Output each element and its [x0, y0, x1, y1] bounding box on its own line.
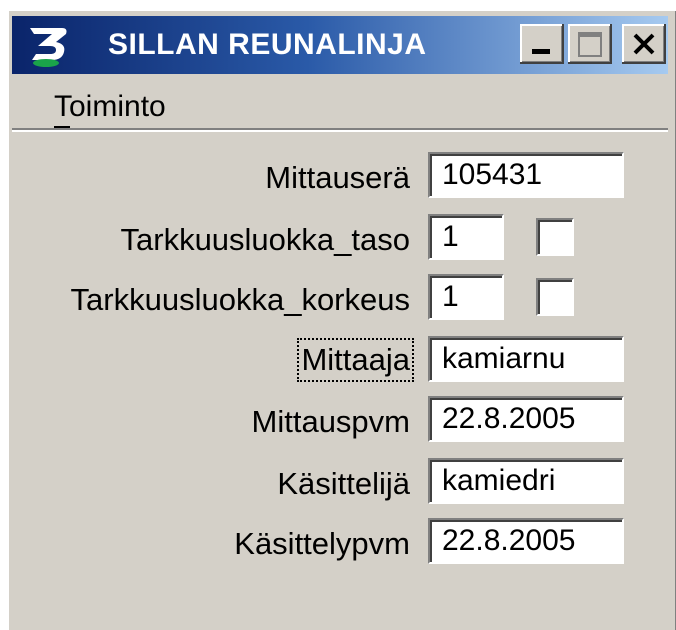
tarkkuusluokka-taso-field-frame: [428, 214, 504, 260]
mittausera-field-frame: [428, 152, 624, 198]
mittaaja-field-frame: [428, 336, 624, 382]
mittauspvm-label: Mittauspvm: [251, 404, 410, 439]
mittaaja-input[interactable]: [430, 338, 622, 380]
tarkkuusluokka-taso-label: Tarkkuusluokka_taso: [120, 222, 411, 257]
tarkkuusluokka-korkeus-label: Tarkkuusluokka_korkeus: [70, 282, 410, 317]
tarkkuusluokka-korkeus-checkbox[interactable]: [536, 278, 574, 316]
mittauspvm-input[interactable]: [430, 398, 622, 440]
mittauspvm-field-frame: [428, 396, 624, 442]
kasittelija-label: Käsittelijä: [277, 466, 410, 501]
title-bar[interactable]: SILLAN REUNALINJA: [12, 16, 668, 74]
menu-bar: Toiminto: [12, 82, 668, 128]
tarkkuusluokka-taso-checkbox[interactable]: [536, 218, 574, 256]
mittaaja-label: Mittaaja: [297, 338, 414, 382]
minimize-button[interactable]: [520, 24, 564, 64]
tarkkuusluokka-korkeus-input[interactable]: [430, 276, 502, 318]
kasittelypvm-label: Käsittelypvm: [234, 526, 410, 561]
kasittelypvm-input[interactable]: [430, 520, 622, 562]
mittausera-input[interactable]: [430, 154, 622, 196]
mittausera-label: Mittauserä: [265, 160, 410, 195]
kasittelija-field-frame: [428, 458, 624, 504]
close-icon: [633, 33, 655, 55]
window-title: SILLAN REUNALINJA: [108, 28, 427, 61]
kasittelypvm-field-frame: [428, 518, 624, 564]
menu-item-toiminto[interactable]: Toiminto: [54, 90, 166, 128]
maximize-button[interactable]: [568, 24, 612, 64]
menu-divider: [12, 128, 668, 132]
tarkkuusluokka-korkeus-field-frame: [428, 274, 504, 320]
kasittelija-input[interactable]: [430, 460, 622, 502]
app-logo-icon: [22, 22, 72, 70]
tarkkuusluokka-taso-input[interactable]: [430, 216, 502, 258]
close-button[interactable]: [622, 24, 666, 64]
